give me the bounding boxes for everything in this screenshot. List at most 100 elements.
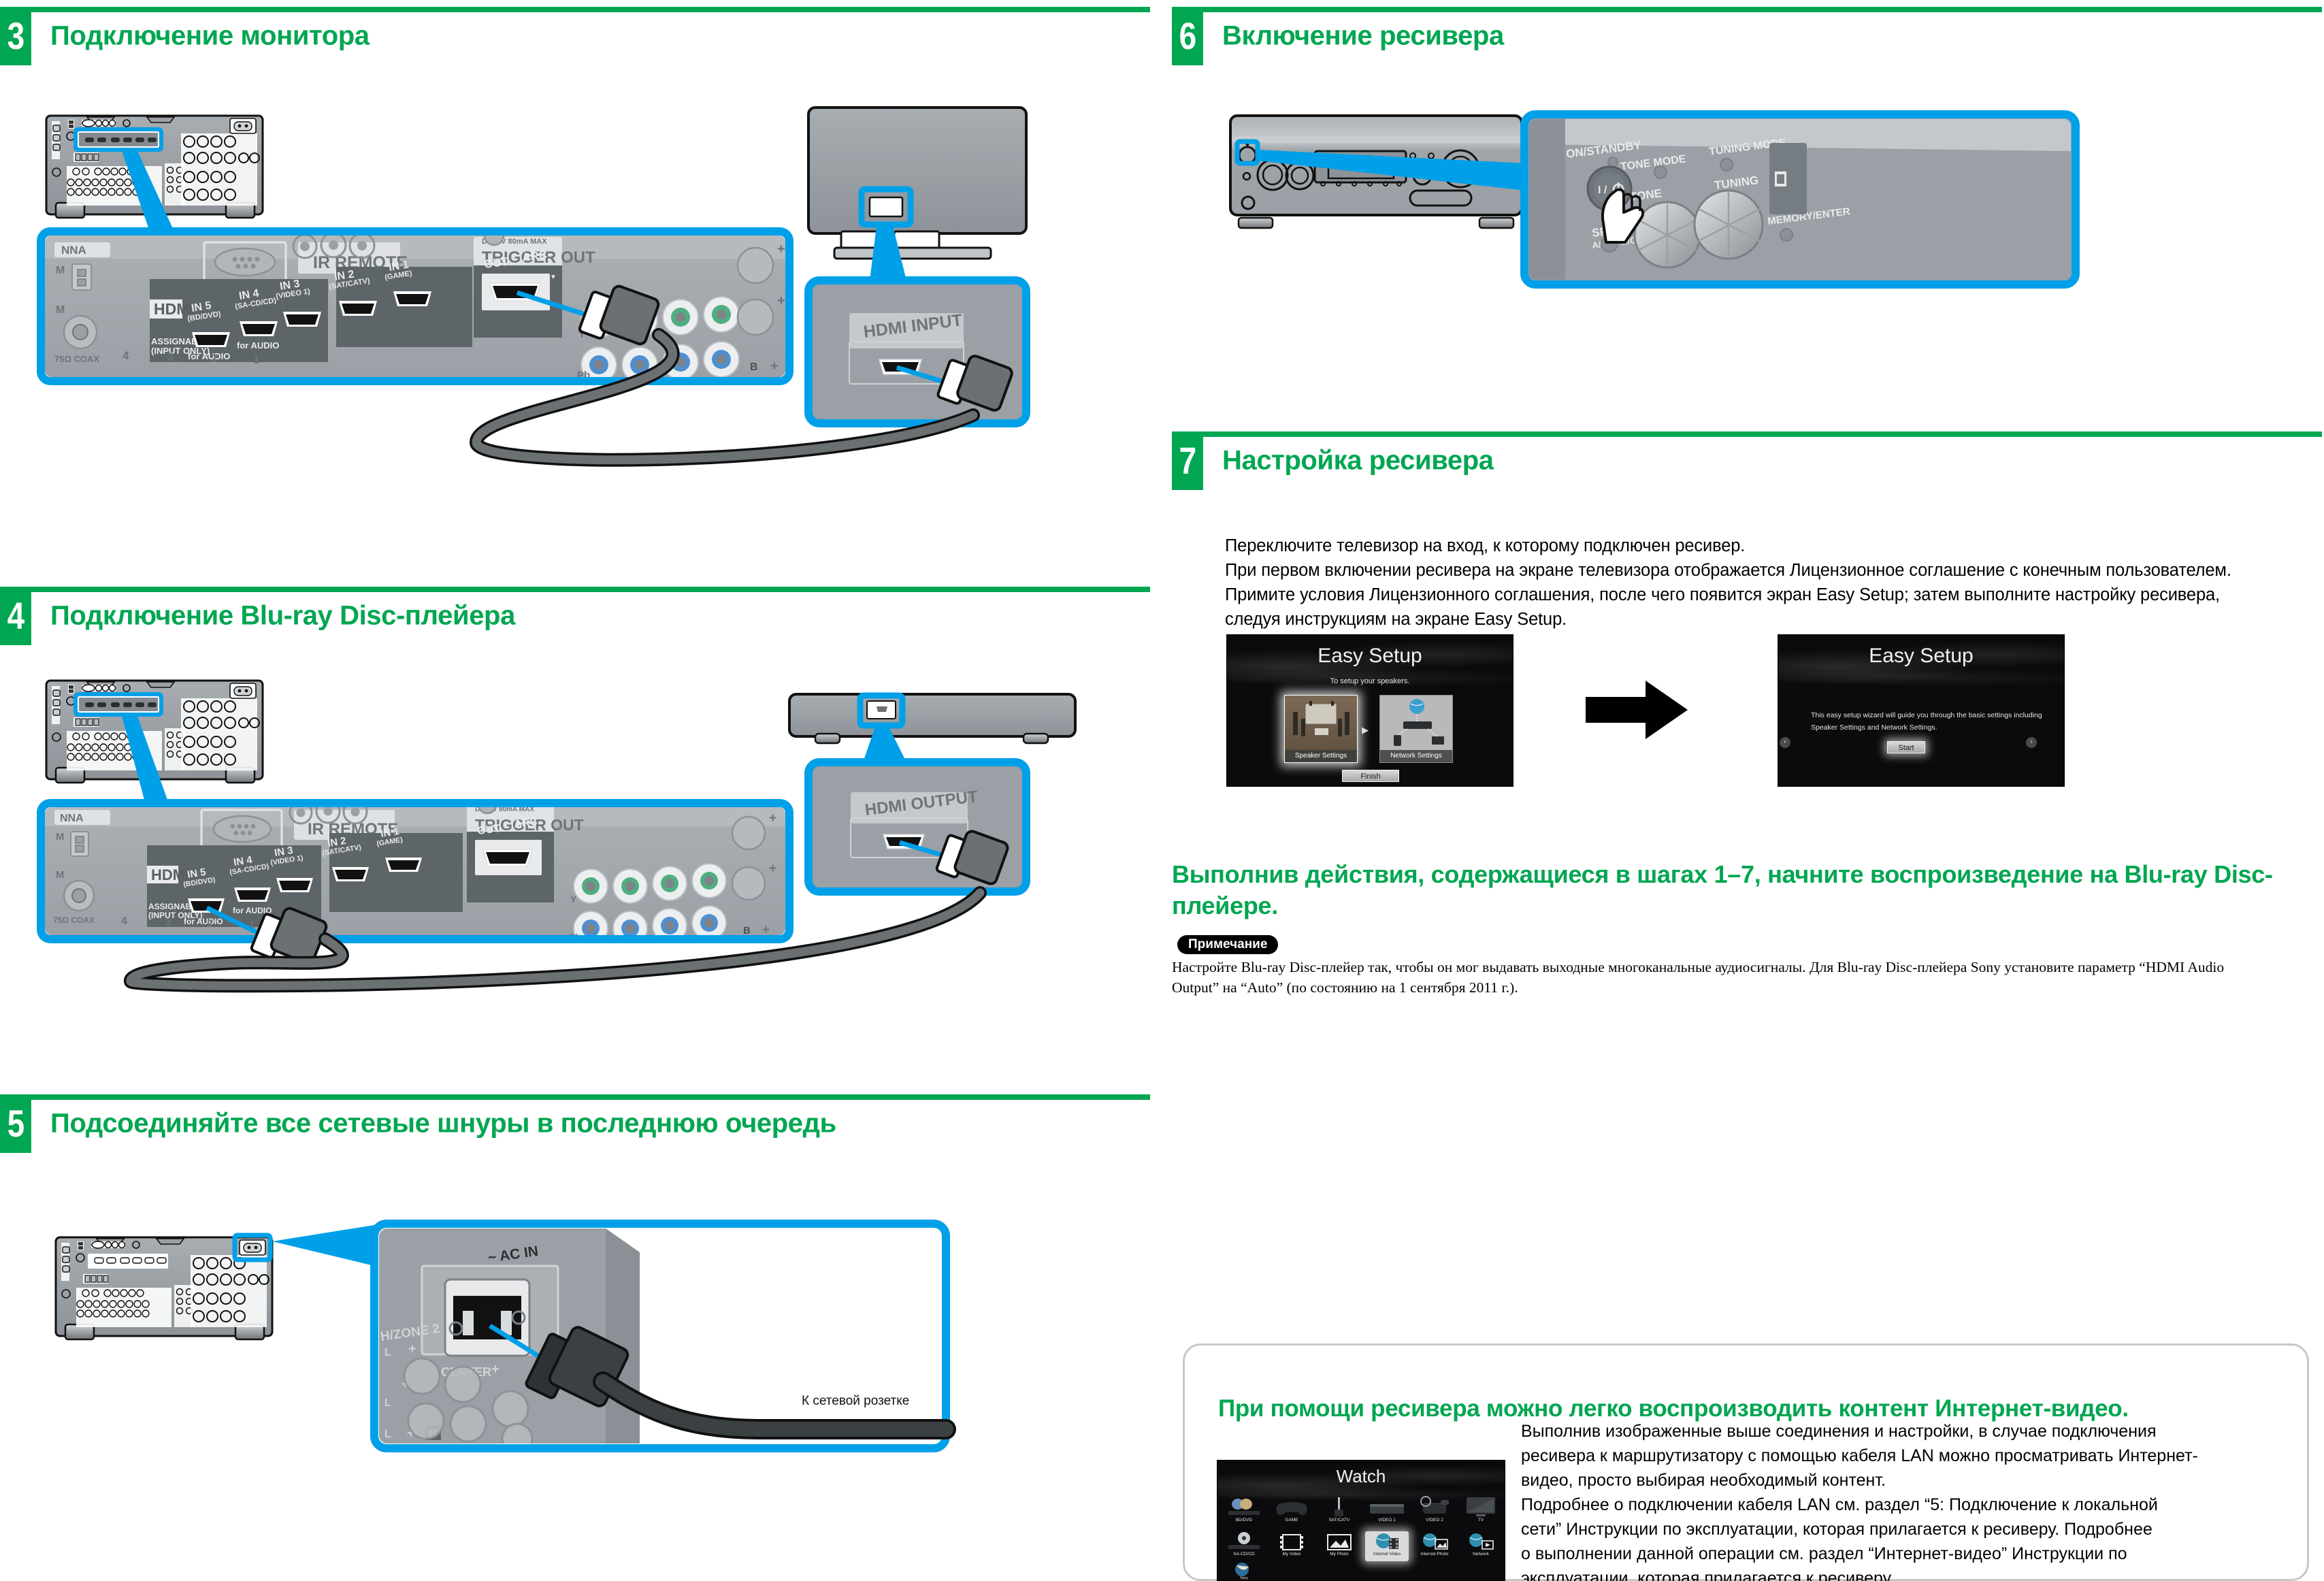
- receiver-rear-thumbnail-3: [54, 1233, 274, 1341]
- section-title-5: Подсоединяйте все сетевые шнуры в послед…: [50, 1108, 836, 1139]
- svg-text:Y: Y: [570, 894, 577, 904]
- svg-text:▼: ▼: [550, 274, 557, 281]
- speaker-settings-caption: Speaker Settings: [1285, 750, 1357, 762]
- svg-text:+: +: [777, 293, 785, 308]
- watch-item-game[interactable]: GAME: [1271, 1499, 1313, 1525]
- svg-text:4: 4: [122, 349, 129, 362]
- network-settings-caption: Network Settings: [1380, 750, 1452, 762]
- svg-text:NNA: NNA: [60, 813, 84, 824]
- prev-nav-button[interactable]: ‹: [1780, 737, 1790, 748]
- watch-item-tv[interactable]: TV: [1460, 1496, 1502, 1525]
- speaker-settings-tile[interactable]: Speaker Settings: [1284, 695, 1358, 763]
- section-rule: [1172, 431, 2322, 437]
- watch-item-network[interactable]: Network: [1460, 1533, 1502, 1559]
- section-heading-5: 5 Подсоединяйте все сетевые шнуры в посл…: [0, 1094, 1150, 1153]
- figure-connect-bd-player: NNA M M 75Ω COAX RS232C IR REMOTE: [37, 674, 1102, 994]
- section-number-4: 4: [0, 587, 31, 645]
- section-rule: [0, 7, 1150, 12]
- step7-line-4: следуя инструкциям на экране Easy Setup.: [1225, 610, 1567, 629]
- easy-setup-2-body-line2: Speaker Settings and Network Settings.: [1811, 723, 1937, 732]
- watch-item-my-video[interactable]: My Video: [1271, 1533, 1313, 1559]
- watch-item-satcatv[interactable]: SAT/CATV: [1318, 1496, 1360, 1525]
- promo-line-5: сети” Инструкции по эксплуатации, котора…: [1521, 1520, 2153, 1539]
- watch-label: My Video: [1282, 1552, 1301, 1556]
- step7-line-3: Примите условия Лицензионного соглашения…: [1225, 585, 2220, 604]
- watch-item-internet-photo[interactable]: Internet Photo: [1413, 1533, 1456, 1559]
- step7-paragraph: Переключите телевизор на вход, к котором…: [1225, 534, 2300, 632]
- watch-label: VIDEO 1: [1378, 1518, 1396, 1522]
- svg-text:L: L: [384, 1397, 391, 1409]
- figure-power-cord: ~ AC IN H/ZONE 2 L + CENTER + + L L: [41, 1184, 994, 1463]
- watch-label: BD/DVD: [1235, 1518, 1253, 1522]
- watch-item-sony-entertainment-network[interactable]: Sony Entertainment Network: [1222, 1563, 1266, 1580]
- watch-title: Watch: [1336, 1466, 1386, 1486]
- svg-text:+: +: [769, 862, 776, 876]
- tile-arrow-icon: ▶: [1362, 725, 1369, 735]
- watch-label: Internet Photo: [1420, 1552, 1449, 1556]
- easy-setup-2-body-line1: This easy setup wizard will guide you th…: [1811, 711, 2042, 719]
- watch-label: GAME: [1285, 1518, 1298, 1522]
- svg-text:M: M: [56, 869, 65, 881]
- note-body: Настройте Blu-ray Disc-плейер так, чтобы…: [1172, 957, 2315, 998]
- network-settings-tile[interactable]: Network Settings: [1379, 695, 1453, 763]
- promo-line-4: Подробнее о подключении кабеля LAN см. р…: [1521, 1495, 2158, 1514]
- promo-line-2: ресивера к маршрутизатору с помощью кабе…: [1521, 1446, 2198, 1465]
- svg-text:1: 1: [253, 353, 259, 366]
- easy-setup-1-subtitle: To setup your speakers.: [1330, 677, 1410, 685]
- promo-line-6: о выполнении данной операции см. раздел …: [1521, 1544, 2127, 1563]
- svg-text:4: 4: [121, 915, 127, 927]
- bd-hdmi-output-callout: HDMI OUTPUT: [804, 758, 1030, 896]
- section-number-3: 3: [0, 7, 31, 65]
- easy-setup-2-title: Easy Setup: [1869, 645, 1974, 667]
- watch-label: My Photo: [1330, 1552, 1349, 1556]
- section-title-3: Подключение монитора: [50, 20, 370, 51]
- watch-item-sacdcd[interactable]: SA-CD/CD: [1223, 1532, 1265, 1559]
- svg-text:2: 2: [211, 352, 217, 365]
- figure-connect-monitor: NNA M M 75Ω COAX RS232C IR: [37, 95, 1102, 476]
- note-line-1: Настройте Blu-ray Disc-плейер так, чтобы…: [1172, 959, 2225, 975]
- svg-text:M: M: [56, 265, 65, 276]
- promo-line-7: эксплуатации, которая прилагается к реси…: [1521, 1569, 1895, 1581]
- ac-inlet-thumb: [229, 118, 257, 134]
- watch-label: SAT/CATV: [1328, 1518, 1350, 1522]
- ac-in-callout: ~ AC IN H/ZONE 2 L + CENTER + + L L: [370, 1220, 956, 1452]
- easy-setup-1-title: Easy Setup: [1318, 645, 1422, 667]
- watch-label: Internet Video: [1373, 1552, 1401, 1556]
- svg-text:L: L: [384, 1429, 391, 1440]
- start-button[interactable]: Start: [1887, 741, 1925, 753]
- promo-line-3: видео, просто выбирая необходимый контен…: [1521, 1471, 1886, 1490]
- svg-text:2: 2: [207, 918, 213, 930]
- next-nav-button[interactable]: ›: [2026, 737, 2037, 748]
- note-line-2: Output” на “Auto” (по состоянию на 1 сен…: [1172, 979, 1518, 996]
- easy-setup-screen-2: Easy Setup This easy setup wizard will g…: [1778, 634, 2065, 787]
- promo-paragraph: Выполнив изображенные выше соединения и …: [1521, 1419, 2290, 1581]
- finish-button[interactable]: Finish: [1342, 770, 1399, 782]
- monitor-hdmi-callout: HDMI INPUT: [804, 276, 1030, 427]
- watch-item-my-photo[interactable]: My Photo: [1318, 1533, 1360, 1559]
- svg-text:+: +: [408, 1341, 416, 1356]
- note-badge: Примечание: [1177, 935, 1279, 954]
- watch-item-internet-video[interactable]: Internet Video: [1366, 1533, 1408, 1559]
- section-number-6: 6: [1172, 7, 1203, 65]
- promo-line-1: Выполнив изображенные выше соединения и …: [1521, 1422, 2157, 1441]
- bd-player-illustration: [788, 692, 1077, 745]
- to-wall-outlet-label: К сетевой розетке: [802, 1394, 909, 1408]
- svg-text:for AUDIO: for AUDIO: [184, 917, 223, 926]
- section-number-7: 7: [1172, 431, 1203, 490]
- svg-text:for AUDIO: for AUDIO: [188, 351, 230, 361]
- watch-item-bddvd[interactable]: BD/DVD: [1223, 1499, 1265, 1525]
- manual-page: 3 Подключение монитора NNA M M 75Ω COAX …: [0, 0, 2324, 1581]
- section-title-6: Включение ресивера: [1222, 20, 1504, 51]
- svg-text:3: 3: [167, 351, 174, 363]
- watch-label: SA-CD/CD: [1233, 1552, 1255, 1556]
- watch-item-video1[interactable]: VIDEO 1: [1366, 1499, 1408, 1525]
- svg-text:+: +: [770, 359, 779, 374]
- svg-text:B: B: [750, 361, 758, 373]
- flow-arrow-icon: [1586, 681, 1688, 739]
- svg-text:B: B: [743, 925, 751, 936]
- watch-item-video2[interactable]: VIDEO 2: [1413, 1496, 1456, 1525]
- section-rule: [0, 587, 1150, 592]
- section-heading-4: 4 Подключение Blu-ray Disc-плейера: [0, 587, 1150, 645]
- section-title-7: Настройка ресивера: [1222, 445, 1494, 476]
- watch-label: Network: [1473, 1552, 1489, 1556]
